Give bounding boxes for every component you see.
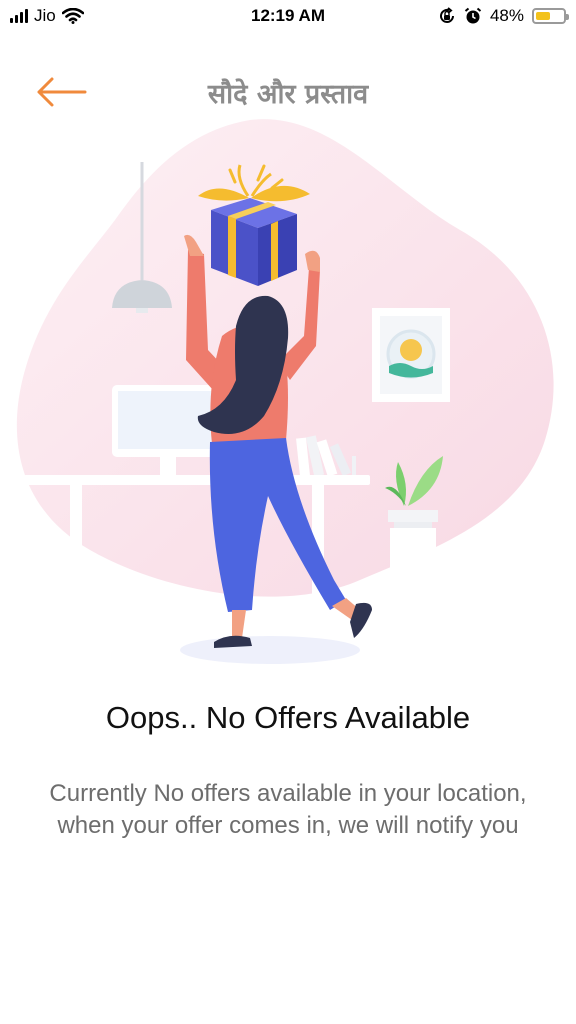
- orientation-lock-icon: [440, 7, 454, 23]
- battery-level-fill: [536, 12, 551, 20]
- status-bar: Jio 12:19 AM 48%: [0, 0, 576, 34]
- no-offers-illustration: [16, 119, 554, 664]
- empty-state-title: Oops.. No Offers Available: [105, 700, 471, 735]
- battery-icon: [532, 8, 569, 24]
- empty-state-message: Currently No offers available in your lo…: [49, 780, 527, 839]
- alarm-icon: [464, 7, 482, 24]
- battery-percent: 48%: [489, 6, 524, 25]
- page-title: सौदे और प्रस्ताव: [207, 79, 369, 110]
- floor-shadow: [180, 636, 360, 664]
- wall-picture-icon: [372, 308, 450, 402]
- status-right: 48%: [438, 6, 569, 26]
